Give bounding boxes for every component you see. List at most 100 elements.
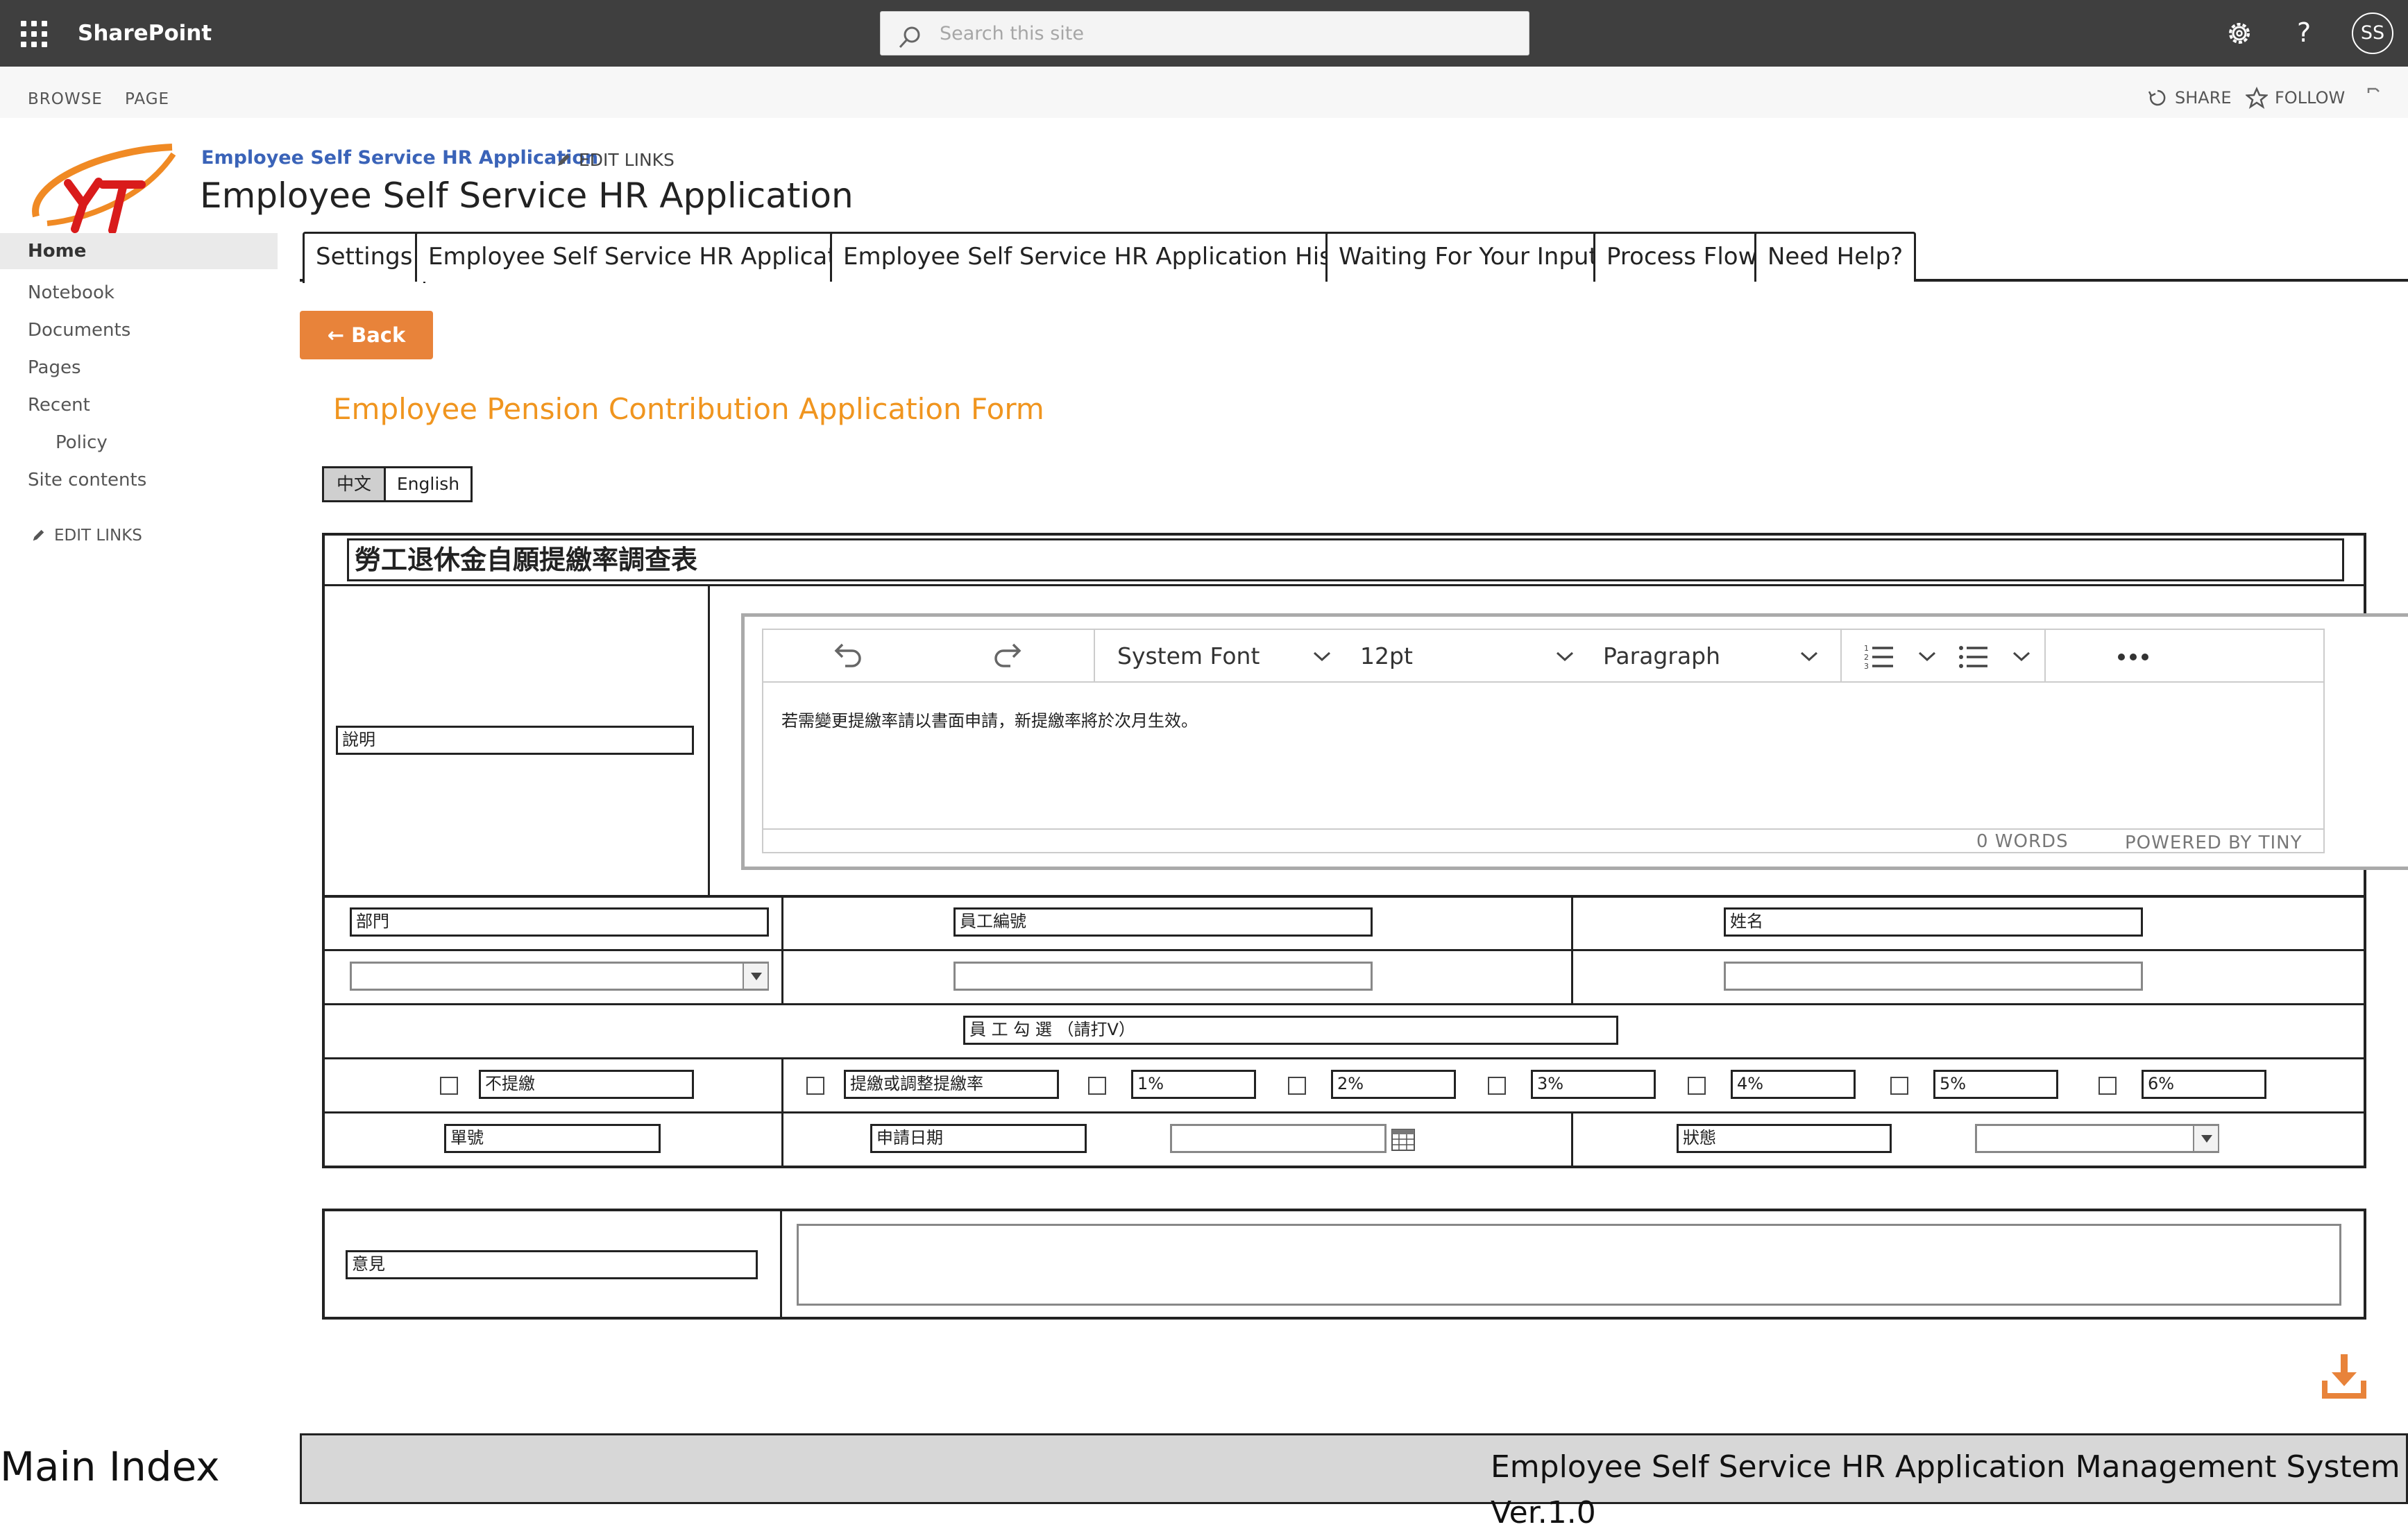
undo-icon[interactable] <box>830 641 865 672</box>
chevron-down-icon[interactable] <box>1917 648 1938 665</box>
status-select[interactable] <box>1975 1124 2219 1153</box>
gear-icon[interactable] <box>2224 18 2255 49</box>
form-border <box>322 1111 2366 1113</box>
chevron-down-icon[interactable] <box>1554 648 1575 665</box>
follow-label: FOLLOW <box>2275 88 2346 108</box>
description-label: 說明 <box>336 726 694 755</box>
rate-6-checkbox[interactable] <box>2098 1077 2117 1095</box>
redo-icon[interactable] <box>991 641 1026 672</box>
department-select-arrow[interactable] <box>743 964 768 989</box>
status-label: 狀態 <box>1677 1124 1892 1153</box>
arrow-left-icon: ← <box>327 323 345 347</box>
opinion-textarea[interactable] <box>797 1224 2341 1306</box>
tab-application[interactable]: Employee Self Service HR Application <box>415 232 886 282</box>
help-icon[interactable]: ? <box>2297 15 2311 50</box>
search-placeholder: Search this site <box>940 23 1084 44</box>
editor-content[interactable]: 若需變更提繳率請以書面申請，新提繳率將於次月生效。 <box>781 709 1198 733</box>
form-border <box>322 584 2366 586</box>
back-button[interactable]: ← Back <box>300 311 433 359</box>
block-format-select[interactable]: Paragraph <box>1603 641 1720 672</box>
chevron-down-icon[interactable] <box>1312 648 1332 665</box>
lang-toggle-chinese[interactable]: 中文 <box>322 466 386 502</box>
main-index-link[interactable]: Main Index <box>0 1439 220 1494</box>
tab-waiting-for-input[interactable]: Waiting For Your Input <box>1325 232 1611 282</box>
rate-2-checkbox[interactable] <box>1288 1077 1306 1095</box>
edit-links-top[interactable]: EDIT LINKS <box>555 148 675 172</box>
download-icon[interactable] <box>2322 1353 2366 1400</box>
rate-4-label: 4% <box>1731 1070 1856 1099</box>
avatar[interactable]: SS <box>2352 12 2393 54</box>
site-title[interactable]: Employee Self Service HR Application <box>200 171 854 221</box>
chevron-down-icon[interactable] <box>1799 648 1820 665</box>
department-select[interactable] <box>350 962 769 991</box>
edit-links-nav[interactable]: EDIT LINKS <box>31 524 142 547</box>
follow-button[interactable]: FOLLOW <box>2246 86 2345 110</box>
lang-toggle-english[interactable]: English <box>384 466 473 502</box>
adjust-rate-label: 提繳或調整提繳率 <box>844 1070 1059 1099</box>
nav-item-notebook[interactable]: Notebook <box>0 275 278 311</box>
tab-need-help[interactable]: Need Help? <box>1754 232 1917 282</box>
rate-3-checkbox[interactable] <box>1488 1077 1506 1095</box>
nav-item-recent[interactable]: Recent <box>0 387 278 423</box>
edit-links-nav-label: EDIT LINKS <box>54 527 142 545</box>
chevron-down-icon <box>751 973 762 980</box>
rate-2-label: 2% <box>1331 1070 1456 1099</box>
pencil-icon <box>33 529 44 541</box>
ribbon-tab-browse[interactable]: BROWSE <box>28 89 103 110</box>
form-border-top <box>322 533 2366 536</box>
form-sheet-title: 勞工退休金自願提繳率調查表 <box>347 538 2344 581</box>
nav-item-pages[interactable]: Pages <box>0 350 278 386</box>
employee-id-label: 員工編號 <box>953 907 1373 937</box>
rate-4-checkbox[interactable] <box>1688 1077 1706 1095</box>
font-family-select[interactable]: System Font <box>1117 641 1260 672</box>
apply-date-input[interactable] <box>1170 1124 1387 1153</box>
tab-settings[interactable]: Settings <box>303 232 426 283</box>
nav-item-documents[interactable]: Documents <box>0 312 278 348</box>
numbered-list-icon[interactable]: 1 2 3 <box>1864 642 1894 670</box>
no-contribution-checkbox[interactable] <box>440 1077 458 1095</box>
nav-item-site-contents[interactable]: Site contents <box>0 462 278 498</box>
app-launcher-icon[interactable] <box>18 18 49 49</box>
font-size-select[interactable]: 12pt <box>1360 641 1413 672</box>
svg-text:2: 2 <box>1864 653 1869 662</box>
powered-by-tiny[interactable]: POWERED BY TINY <box>2125 831 2303 855</box>
system-version-text: Employee Self Service HR Application Man… <box>1491 1449 2400 1530</box>
tab-application-history[interactable]: Employee Self Service HR Application His… <box>830 232 1393 282</box>
apply-date-label: 申請日期 <box>870 1124 1087 1153</box>
nav-item-policy[interactable]: Policy <box>0 425 278 461</box>
tab-process-flow[interactable]: Process Flow <box>1593 232 1771 282</box>
star-icon <box>2246 87 2268 109</box>
rate-5-checkbox[interactable] <box>1890 1077 1908 1095</box>
form-border <box>781 1057 783 1167</box>
form-border <box>322 949 2366 951</box>
ribbon-tab-page[interactable]: PAGE <box>125 89 169 110</box>
toolbar-separator <box>1840 630 1842 683</box>
chevron-down-icon[interactable] <box>2011 648 2032 665</box>
employee-id-input[interactable] <box>953 962 1373 991</box>
site-breadcrumb-link[interactable]: Employee Self Service HR Application <box>201 146 598 171</box>
share-icon <box>2148 89 2166 106</box>
nav-item-home[interactable]: Home <box>0 233 278 269</box>
calendar-icon[interactable] <box>1391 1127 1416 1152</box>
rate-5-label: 5% <box>1933 1070 2058 1099</box>
share-button[interactable]: SHARE <box>2147 86 2232 110</box>
status-select-arrow[interactable] <box>2193 1126 2218 1151</box>
bullet-list-icon[interactable] <box>1958 642 1989 670</box>
employee-selection-header: 員 工 勾 選 （請打V） <box>963 1016 1618 1045</box>
chevron-down-icon <box>2201 1135 2212 1143</box>
rate-1-checkbox[interactable] <box>1088 1077 1106 1095</box>
editor-status-divider <box>763 828 2323 830</box>
no-contribution-label: 不提繳 <box>479 1070 694 1099</box>
focus-on-content-icon[interactable] <box>2366 86 2383 103</box>
brand-name[interactable]: SharePoint <box>78 17 212 50</box>
name-input[interactable] <box>1724 962 2143 991</box>
rate-1-label: 1% <box>1131 1070 1256 1099</box>
adjust-rate-checkbox[interactable] <box>806 1077 824 1095</box>
opinion-label: 意見 <box>346 1250 758 1279</box>
svg-text:3: 3 <box>1864 662 1869 670</box>
more-options-icon[interactable] <box>2117 652 2150 662</box>
search-icon <box>899 26 920 49</box>
name-label: 姓名 <box>1724 907 2143 937</box>
svg-text:1: 1 <box>1864 644 1869 653</box>
form-title: Employee Pension Contribution Applicatio… <box>333 392 1044 426</box>
